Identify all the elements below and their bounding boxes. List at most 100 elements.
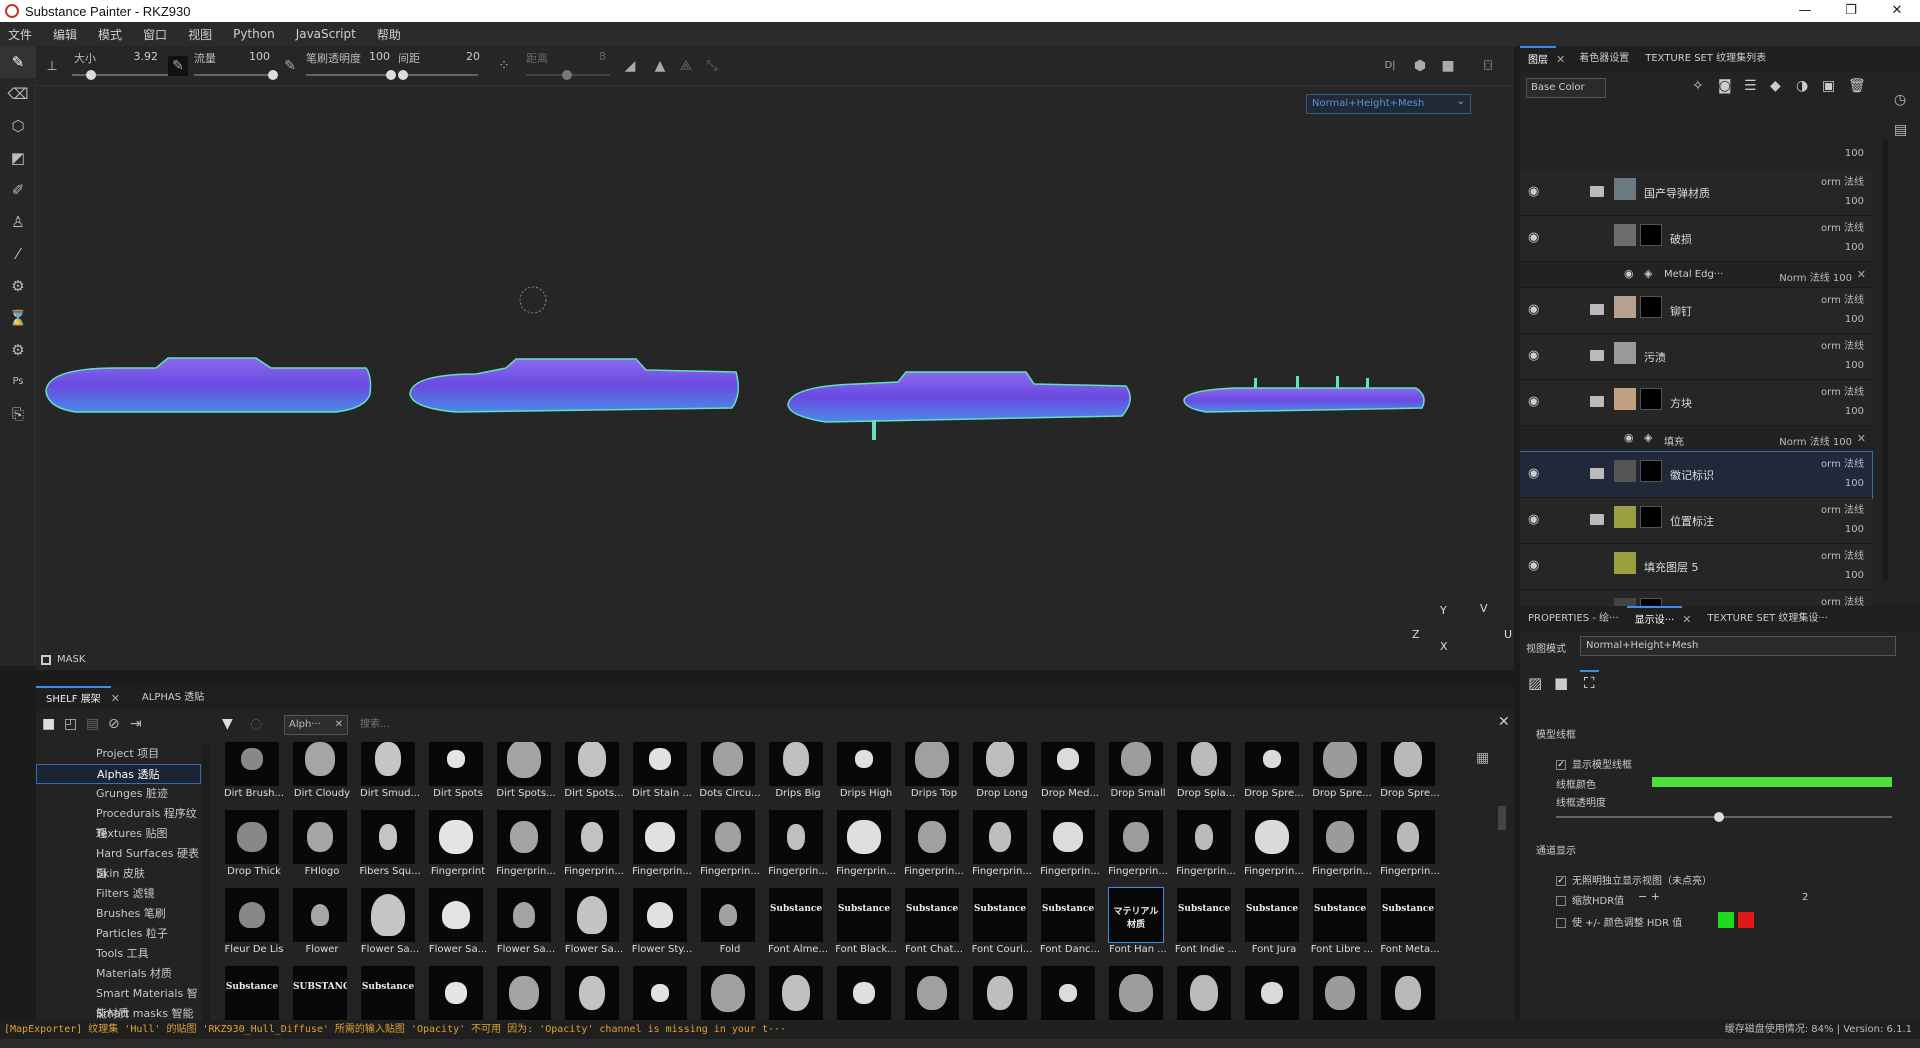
hdr-adjust-checkbox[interactable]	[1556, 918, 1566, 928]
close-display-tab-icon[interactable]: ✕	[1682, 613, 1691, 626]
alpha-item[interactable]: Substance Font Couri...	[968, 888, 1032, 966]
camera-icon[interactable]: ■	[1438, 56, 1458, 76]
alpha-item[interactable]: マテリアル 材质 Font Han ...	[1104, 887, 1167, 966]
opacity-pen-icon[interactable]: ✎	[280, 56, 300, 76]
alpha-item[interactable]: Fingerprin...	[1308, 810, 1372, 888]
visibility-eye-icon[interactable]: ◉	[1528, 394, 1539, 409]
alpha-item[interactable]: Flower Sty...	[628, 888, 692, 966]
alpha-item[interactable]	[968, 966, 1028, 1021]
visibility-eye-icon[interactable]: ◉	[1528, 230, 1539, 245]
log-icon[interactable]: ▤	[1894, 122, 1907, 138]
layer-row[interactable]: ◉ 方块 orm 法线 100	[1520, 380, 1872, 426]
flow-pen-icon[interactable]: ✎	[168, 56, 188, 76]
visibility-eye-icon[interactable]: ◉	[1528, 466, 1539, 481]
flow-value[interactable]: 100	[242, 50, 270, 63]
close-layers-tab-icon[interactable]: ✕	[1556, 53, 1565, 66]
alpha-item[interactable]	[900, 966, 960, 1021]
new-folder-icon[interactable]: ◰	[64, 716, 77, 732]
add-paint-layer-icon[interactable]: ◑	[1796, 78, 1808, 94]
layer-row[interactable]: ◉ 铆钉 orm 法线 100	[1520, 288, 1872, 334]
visibility-eye-icon[interactable]: ◉	[1528, 512, 1539, 527]
size-value[interactable]: 3.92	[126, 50, 159, 63]
alpha-item[interactable]: Fingerprin...	[1104, 810, 1168, 888]
close-search-icon[interactable]: ✕	[1498, 714, 1510, 730]
category-item[interactable]: Hard Surfaces 硬表面	[36, 844, 201, 880]
paint-brush-icon[interactable]: ✎	[0, 46, 36, 78]
layer-opacity[interactable]: 100	[1845, 314, 1864, 325]
filter-tag[interactable]: Alph··· ✕	[284, 715, 348, 735]
menu-help[interactable]: 帮助	[377, 26, 401, 43]
alpha-item[interactable]: Dirt Spots...	[492, 742, 556, 810]
alpha-item[interactable]: Drips High	[832, 742, 892, 810]
hdr-plus-swatch[interactable]	[1718, 912, 1734, 928]
alpha-item[interactable]: Fingerprin...	[832, 810, 896, 888]
alpha-item[interactable]: Substance Font Alme...	[764, 888, 828, 966]
alpha-item[interactable]	[832, 966, 892, 1021]
refresh-icon[interactable]: ◌	[250, 716, 262, 732]
visibility-eye-icon[interactable]: ◉	[1528, 558, 1539, 573]
category-item[interactable]: Grunges 脏迹	[36, 784, 201, 804]
alpha-item[interactable]: Dirt Spots...	[560, 742, 624, 810]
tab-properties[interactable]: PROPERTIES - 绘···	[1520, 606, 1627, 632]
layer-row[interactable]: ◉ 位置标注 orm 法线 100	[1520, 498, 1872, 544]
alpha-item[interactable]: Substance	[356, 966, 416, 1021]
alpha-item[interactable]: Dirt Smud...	[356, 742, 420, 810]
category-item[interactable]: Project 项目	[36, 744, 201, 764]
scatter-icon[interactable]: ⁘	[494, 56, 514, 76]
tab-display-settings[interactable]: 显示设···	[1626, 606, 1683, 632]
status-message[interactable]: [MapExporter] 纹理集 'Hull' 的贴图 'RKZ930_Hul…	[4, 1021, 786, 1039]
remove-filter-icon[interactable]: ✕	[335, 716, 343, 734]
screenshot-icon[interactable]: ⌼	[1478, 56, 1498, 76]
alpha-item[interactable]: Fingerprin...	[1240, 810, 1304, 888]
layer-opacity[interactable]: 100	[1845, 360, 1864, 371]
alpha-item[interactable]: Substance Font Chat...	[900, 888, 963, 966]
alpha-item[interactable]: Fingerprin...	[492, 810, 556, 888]
layer-effect-row[interactable]: ◉ ◈ Metal Edg··· Norm 法线 100 ✕	[1520, 262, 1872, 288]
bake-icon[interactable]: ⚙	[0, 270, 36, 302]
alpha-item[interactable]	[696, 966, 756, 1021]
layer-blend-mode[interactable]: orm 法线	[1821, 383, 1864, 398]
add-fill-layer-icon[interactable]: ◆	[1770, 78, 1781, 94]
layer-opacity[interactable]: 100	[1845, 406, 1864, 417]
alpha-item[interactable]: Flower Sa...	[560, 888, 623, 966]
alpha-item[interactable]: Fingerprin...	[560, 810, 624, 888]
export-icon[interactable]: ⎘	[0, 398, 36, 430]
category-item[interactable]: Materials 材质	[36, 964, 201, 984]
alpha-item[interactable]: Drop Long	[968, 742, 1028, 810]
alpha-item[interactable]: Drop Spre...	[1240, 742, 1304, 810]
projection-icon[interactable]: ⬡	[0, 110, 36, 142]
hdr-checkbox[interactable]	[1556, 896, 1566, 906]
alpha-item[interactable]: Fleur De Lis	[220, 888, 283, 966]
category-item[interactable]: Skin 皮肤	[36, 864, 201, 884]
add-folder-icon[interactable]: ▣	[1822, 78, 1835, 94]
visibility-eye-icon[interactable]: ◉	[1528, 184, 1539, 199]
color-picker-icon[interactable]: ⁄	[0, 238, 36, 270]
channel-dropdown[interactable]: Base Color	[1526, 78, 1606, 98]
tab-texture-set-settings[interactable]: TEXTURE SET 纹理集设···	[1699, 606, 1835, 632]
tab-alphas[interactable]: ALPHAS 透贴	[132, 686, 214, 710]
alpha-item[interactable]	[424, 966, 484, 1021]
mirror-icon[interactable]: ▲	[650, 56, 670, 76]
alpha-item[interactable]: Substance	[220, 966, 280, 1021]
menu-window[interactable]: 窗口	[143, 26, 167, 43]
smudge-icon[interactable]: ✐	[0, 174, 36, 206]
category-item[interactable]: Tools 工具	[36, 944, 201, 964]
wire-opacity-slider[interactable]	[1556, 812, 1892, 822]
photoshop-icon[interactable]: Ps	[0, 366, 36, 398]
flow-slider[interactable]	[194, 70, 278, 80]
category-item[interactable]: Brushes 笔刷	[36, 904, 201, 924]
alpha-item[interactable]: Drop Spre...	[1308, 742, 1372, 810]
alpha-item[interactable]: Drop Small	[1104, 742, 1166, 810]
alpha-item[interactable]: Drop Thick	[220, 810, 281, 888]
menu-mode[interactable]: 模式	[98, 26, 122, 43]
spacing-value[interactable]: 20	[440, 50, 480, 63]
close-button[interactable]: ✕	[1874, 0, 1920, 22]
clone-stamp-icon[interactable]: ♙	[0, 206, 36, 238]
menu-file[interactable]: 文件	[8, 26, 32, 43]
alpha-item[interactable]	[1036, 966, 1096, 1021]
camera-settings-icon[interactable]: ■	[1554, 674, 1568, 692]
tab-shelf[interactable]: SHELF 展架	[36, 686, 111, 710]
alpha-item[interactable]: Drop Med...	[1036, 742, 1099, 810]
environment-icon[interactable]: ▨	[1528, 674, 1542, 692]
layer-opacity[interactable]: 100	[1845, 478, 1864, 489]
